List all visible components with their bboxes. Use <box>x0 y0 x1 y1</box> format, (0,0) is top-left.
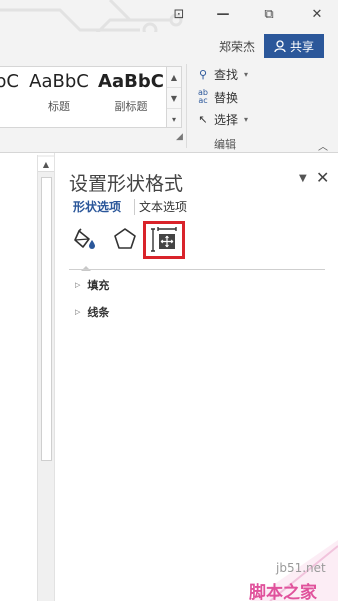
chevron-down-icon: ▾ <box>244 114 249 124</box>
section-fill[interactable]: ▷ 填充 <box>75 277 109 293</box>
collapse-ribbon-icon[interactable]: ︿ <box>318 138 328 153</box>
scroll-thumb[interactable] <box>41 177 52 461</box>
scroll-up-icon[interactable]: ▲ <box>38 157 54 172</box>
style-subtitle[interactable]: AaBbC 副标题 <box>98 71 164 121</box>
highlight-box <box>143 221 185 259</box>
select-button[interactable]: ↖ 选择 ▾ <box>196 109 248 129</box>
section-line[interactable]: ▷ 线条 <box>75 304 109 320</box>
style-sample: AaBbC <box>29 71 89 92</box>
gallery-up-button[interactable]: ▲ <box>167 67 181 88</box>
ribbon-display-options-button[interactable]: ⊡ <box>168 4 190 24</box>
gallery-down-button[interactable]: ▼ <box>167 88 181 109</box>
tab-shape-options[interactable]: 形状选项 <box>73 198 121 216</box>
gallery-scroll: ▲ ▼ ▾ <box>166 66 182 128</box>
minimize-button[interactable]: — <box>212 4 234 24</box>
cursor-icon: ↖ <box>198 112 208 126</box>
search-icon: ⚲ <box>198 67 208 81</box>
editing-group-label: 编辑 <box>214 138 236 151</box>
share-label: 共享 <box>289 39 314 54</box>
person-icon <box>274 40 286 52</box>
expand-icon: ▷ <box>75 281 81 289</box>
ribbon: bC AaBbC 标题 AaBbC 副标题 ▲ ▼ ▾ ◢ ⚲ 查找 ▾ aba… <box>0 60 338 153</box>
vertical-scrollbar[interactable]: ▲ <box>37 155 55 601</box>
document-canvas[interactable] <box>0 153 36 601</box>
pane-title: 设置形状格式 <box>69 173 184 195</box>
section-label: 填充 <box>87 279 110 292</box>
account-row: 郑荣杰 共享 <box>0 32 338 60</box>
style-name: 标题 <box>48 100 70 113</box>
pane-close-icon[interactable]: ✕ <box>316 168 329 187</box>
chevron-down-icon: ▾ <box>244 69 249 79</box>
format-shape-pane: 设置形状格式 ▼ ✕ 形状选项 文本选项 ▷ 填充 ▷ 线条 <box>54 153 338 601</box>
watermark-site-name: 脚本之家 <box>249 583 317 603</box>
effects-pentagon-icon[interactable] <box>111 225 139 253</box>
style-sample: AaBbC <box>98 71 164 92</box>
tab-text-options[interactable]: 文本选项 <box>139 198 187 216</box>
style-heading[interactable]: AaBbC 标题 <box>28 71 90 121</box>
restore-icon: ⧉ <box>264 6 274 22</box>
gallery-more-button[interactable]: ▾ <box>167 109 181 129</box>
style-name: 副标题 <box>114 100 148 113</box>
replace-icon: ab ac <box>198 88 208 105</box>
section-label: 线条 <box>87 306 110 319</box>
group-separator <box>186 64 187 148</box>
find-button[interactable]: ⚲ 查找 ▾ <box>196 64 248 84</box>
find-label: 查找 <box>214 67 239 82</box>
close-icon: ✕ <box>311 6 323 22</box>
pane-options-icon[interactable]: ▼ <box>299 173 307 184</box>
pane-divider <box>69 269 325 270</box>
styles-dialog-launcher-icon[interactable]: ◢ <box>176 132 183 142</box>
tab-separator <box>134 199 135 215</box>
style-sample: bC <box>0 71 19 92</box>
replace-label: 替换 <box>214 90 239 105</box>
replace-button[interactable]: ab ac 替换 <box>196 87 238 107</box>
styles-gallery: bC AaBbC 标题 AaBbC 副标题 <box>0 66 167 128</box>
fill-line-icon[interactable] <box>71 225 99 253</box>
style-normal[interactable]: bC <box>0 71 20 121</box>
expand-icon: ▷ <box>75 308 81 316</box>
ribbon-display-icon: ⊡ <box>173 6 185 22</box>
restore-button[interactable]: ⧉ <box>258 4 280 24</box>
watermark-url: jb51.net <box>276 561 326 575</box>
select-label: 选择 <box>214 112 239 127</box>
user-name[interactable]: 郑荣杰 <box>219 38 255 55</box>
close-button[interactable]: ✕ <box>306 4 328 24</box>
title-bar: ⊡ — ⧉ ✕ <box>0 0 338 42</box>
share-button[interactable]: 共享 <box>264 34 324 58</box>
